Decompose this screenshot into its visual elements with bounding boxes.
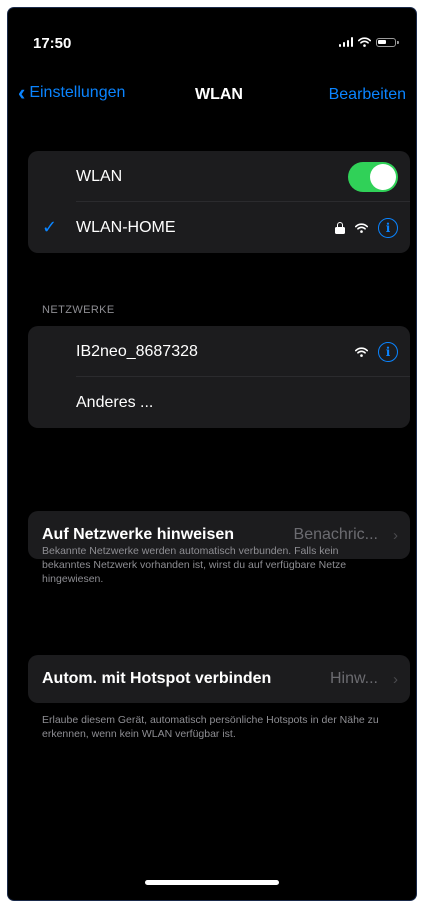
- wlan-toggle[interactable]: [348, 161, 398, 192]
- chevron-right-icon: ›: [393, 526, 398, 544]
- networks-section-header: NETZWERKE: [42, 304, 115, 316]
- edit-button[interactable]: Bearbeiten: [329, 86, 406, 104]
- network-row[interactable]: IB2neo_8687328 i: [28, 326, 410, 377]
- status-time: 17:50: [33, 35, 72, 52]
- wlan-group: WLAN ✓ WLAN-HOME i: [28, 151, 410, 253]
- wifi-icon: [355, 222, 368, 233]
- hotspot-footnote: Erlaube diesem Gerät, automatisch persön…: [42, 714, 379, 740]
- battery-icon: [376, 37, 399, 47]
- other-network-row[interactable]: Anderes ...: [28, 377, 410, 428]
- status-bar: 17:50: [8, 8, 416, 68]
- checkmark-icon: ✓: [42, 217, 58, 237]
- networks-group: IB2neo_8687328 i Anderes ...: [28, 326, 410, 428]
- home-indicator[interactable]: [145, 880, 279, 885]
- other-network-label: Anderes ...: [76, 393, 154, 411]
- connected-network-row[interactable]: ✓ WLAN-HOME i: [28, 202, 410, 253]
- hotspot-value: Hinw...: [329, 670, 378, 687]
- info-icon[interactable]: i: [378, 217, 398, 238]
- wifi-icon: [358, 37, 371, 47]
- network-name: IB2neo_8687328: [76, 342, 198, 360]
- hotspot-group: Autom. mit Hotspot verbinden Hinw... ›: [28, 655, 410, 703]
- notify-networks-footnote: Bekannte Netzwerke werden automatisch ve…: [42, 545, 347, 585]
- hotspot-row[interactable]: Autom. mit Hotspot verbinden Hinw... ›: [28, 655, 410, 703]
- navigation-bar: ‹ Einstellungen WLAN Bearbeiten: [8, 76, 416, 116]
- notify-networks-label: Auf Netzwerke hinweisen: [42, 526, 235, 543]
- hotspot-label: Autom. mit Hotspot verbinden: [42, 670, 272, 687]
- phone-screen: 17:50 ‹ Einstellungen WLAN Bearbeiten WL…: [8, 8, 416, 900]
- wlan-toggle-row: WLAN: [28, 151, 410, 202]
- wifi-icon: [355, 346, 368, 357]
- lock-icon: [335, 221, 345, 234]
- signal-icon: [338, 37, 353, 47]
- wlan-toggle-label: WLAN: [76, 167, 123, 185]
- status-icons: [338, 37, 399, 47]
- info-icon[interactable]: i: [378, 341, 398, 362]
- notify-networks-value: Benachric...: [293, 526, 378, 543]
- chevron-right-icon: ›: [393, 670, 398, 688]
- connected-network-name: WLAN-HOME: [76, 218, 176, 236]
